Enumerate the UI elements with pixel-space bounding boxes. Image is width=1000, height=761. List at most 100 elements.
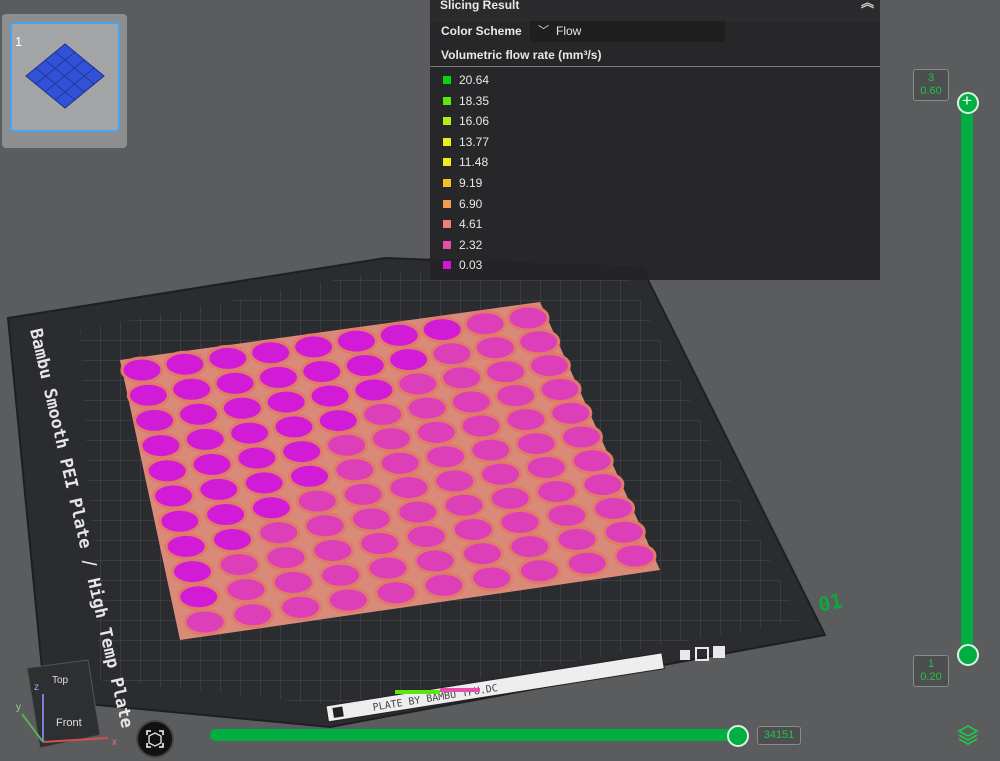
- print-dot: [451, 516, 495, 543]
- print-dot: [602, 518, 646, 546]
- print-dot: [535, 478, 579, 505]
- print-dot: [206, 344, 250, 372]
- print-dot: [405, 394, 449, 422]
- print-dot: [295, 487, 339, 515]
- legend-swatch: [443, 240, 451, 249]
- print-dot: [279, 593, 323, 621]
- print-dot: [231, 601, 275, 629]
- print-dot: [366, 554, 410, 582]
- legend-value: 0.03: [459, 258, 483, 273]
- bottom-layer-number: 1: [927, 658, 935, 670]
- print-dot: [341, 480, 385, 508]
- print-dot: [508, 533, 552, 561]
- layer-slider-track[interactable]: [961, 96, 973, 658]
- print-dot: [308, 382, 352, 410]
- print-dot: [422, 571, 466, 599]
- print-dot: [145, 457, 189, 485]
- print-dot: [334, 327, 378, 355]
- print-dot: [387, 474, 431, 502]
- print-dot: [494, 382, 538, 410]
- thumbnail-model-icon: [25, 43, 105, 109]
- move-slider-handle[interactable]: [727, 725, 749, 747]
- plate-thumbnail-panel: 1: [2, 14, 127, 148]
- print-dot: [396, 370, 440, 398]
- print-dot: [220, 394, 264, 422]
- print-dot: [413, 547, 457, 575]
- print-dot: [177, 583, 221, 611]
- print-dot: [378, 449, 422, 477]
- print-dot: [126, 381, 170, 409]
- collapse-icon[interactable]: ︽: [861, 0, 874, 9]
- print-dot: [264, 388, 308, 416]
- print-dot: [424, 443, 467, 471]
- print-dot: [190, 450, 234, 478]
- axis-x-label: x: [112, 737, 117, 748]
- print-dot: [433, 467, 477, 495]
- print-dot: [440, 364, 484, 392]
- print-dot: [581, 471, 625, 499]
- print-dot: [343, 352, 387, 379]
- print-dot: [506, 304, 550, 332]
- bottom-layer-readout: 1 0.20: [913, 655, 949, 687]
- print-dot: [358, 530, 402, 557]
- print-dot: [404, 523, 448, 550]
- print-dot: [460, 540, 504, 568]
- legend-item: 9.19: [430, 173, 880, 194]
- legend-value: 4.61: [459, 217, 483, 232]
- move-slider-track[interactable]: [210, 729, 742, 741]
- print-dot: [300, 358, 344, 385]
- print-dot: [152, 482, 195, 510]
- bottom-layer-height: 0.20: [920, 671, 942, 683]
- print-dot: [325, 431, 369, 459]
- legend-swatch: [443, 117, 451, 126]
- print-dot: [560, 423, 603, 451]
- print-dot: [374, 579, 418, 607]
- print-dot: [170, 558, 214, 586]
- print-dot: [488, 484, 532, 512]
- print-dot: [459, 412, 503, 440]
- print-dot: [555, 525, 599, 553]
- axis-z-label: z: [34, 682, 39, 693]
- print-dot: [517, 557, 561, 585]
- slicing-result-title: Slicing Result: [440, 0, 520, 12]
- print-dot: [163, 350, 207, 378]
- plate-thumbnail[interactable]: [10, 22, 120, 132]
- slicing-result-header[interactable]: Slicing Result ︽: [430, 0, 880, 22]
- legend-item: 20.64: [430, 70, 880, 91]
- legend-item: 16.06: [430, 111, 880, 132]
- print-dot: [517, 328, 561, 356]
- print-dot: [545, 501, 589, 529]
- top-layer-readout: 3 0.60: [913, 69, 949, 101]
- layer-slider-top-handle[interactable]: [957, 91, 979, 114]
- print-dot: [377, 321, 421, 349]
- print-dot: [280, 438, 324, 466]
- print-dot: [592, 494, 636, 522]
- legend-swatch: [443, 261, 451, 270]
- legend-item: 13.77: [430, 132, 880, 153]
- layers-icon[interactable]: [957, 723, 979, 745]
- print-dot: [527, 352, 571, 380]
- legend-value: 20.64: [459, 73, 490, 87]
- print-dot: [514, 430, 558, 458]
- print-dot: [197, 475, 241, 503]
- fit-view-icon[interactable]: [136, 720, 174, 758]
- print-dot: [271, 568, 315, 596]
- print-dot: [430, 340, 474, 368]
- axis-y-label: y: [16, 702, 21, 713]
- print-dot: [257, 519, 301, 547]
- print-dot: [170, 375, 214, 403]
- print-dot: [498, 508, 542, 536]
- print-dot: [288, 462, 331, 490]
- print-dot: [361, 400, 405, 428]
- legend-value: 2.32: [459, 237, 483, 252]
- color-scheme-label: Color Scheme: [441, 24, 522, 38]
- color-scheme-dropdown[interactable]: ﹀ Flow: [530, 21, 725, 42]
- print-dot: [442, 491, 486, 519]
- print-dot: [396, 498, 440, 526]
- chevron-down-icon: ﹀: [538, 25, 549, 37]
- print-dot: [352, 376, 396, 404]
- layer-slider-bottom-handle[interactable]: [957, 644, 979, 666]
- print-dot: [183, 608, 227, 636]
- print-dot: [570, 447, 614, 475]
- print-dot: [133, 406, 177, 434]
